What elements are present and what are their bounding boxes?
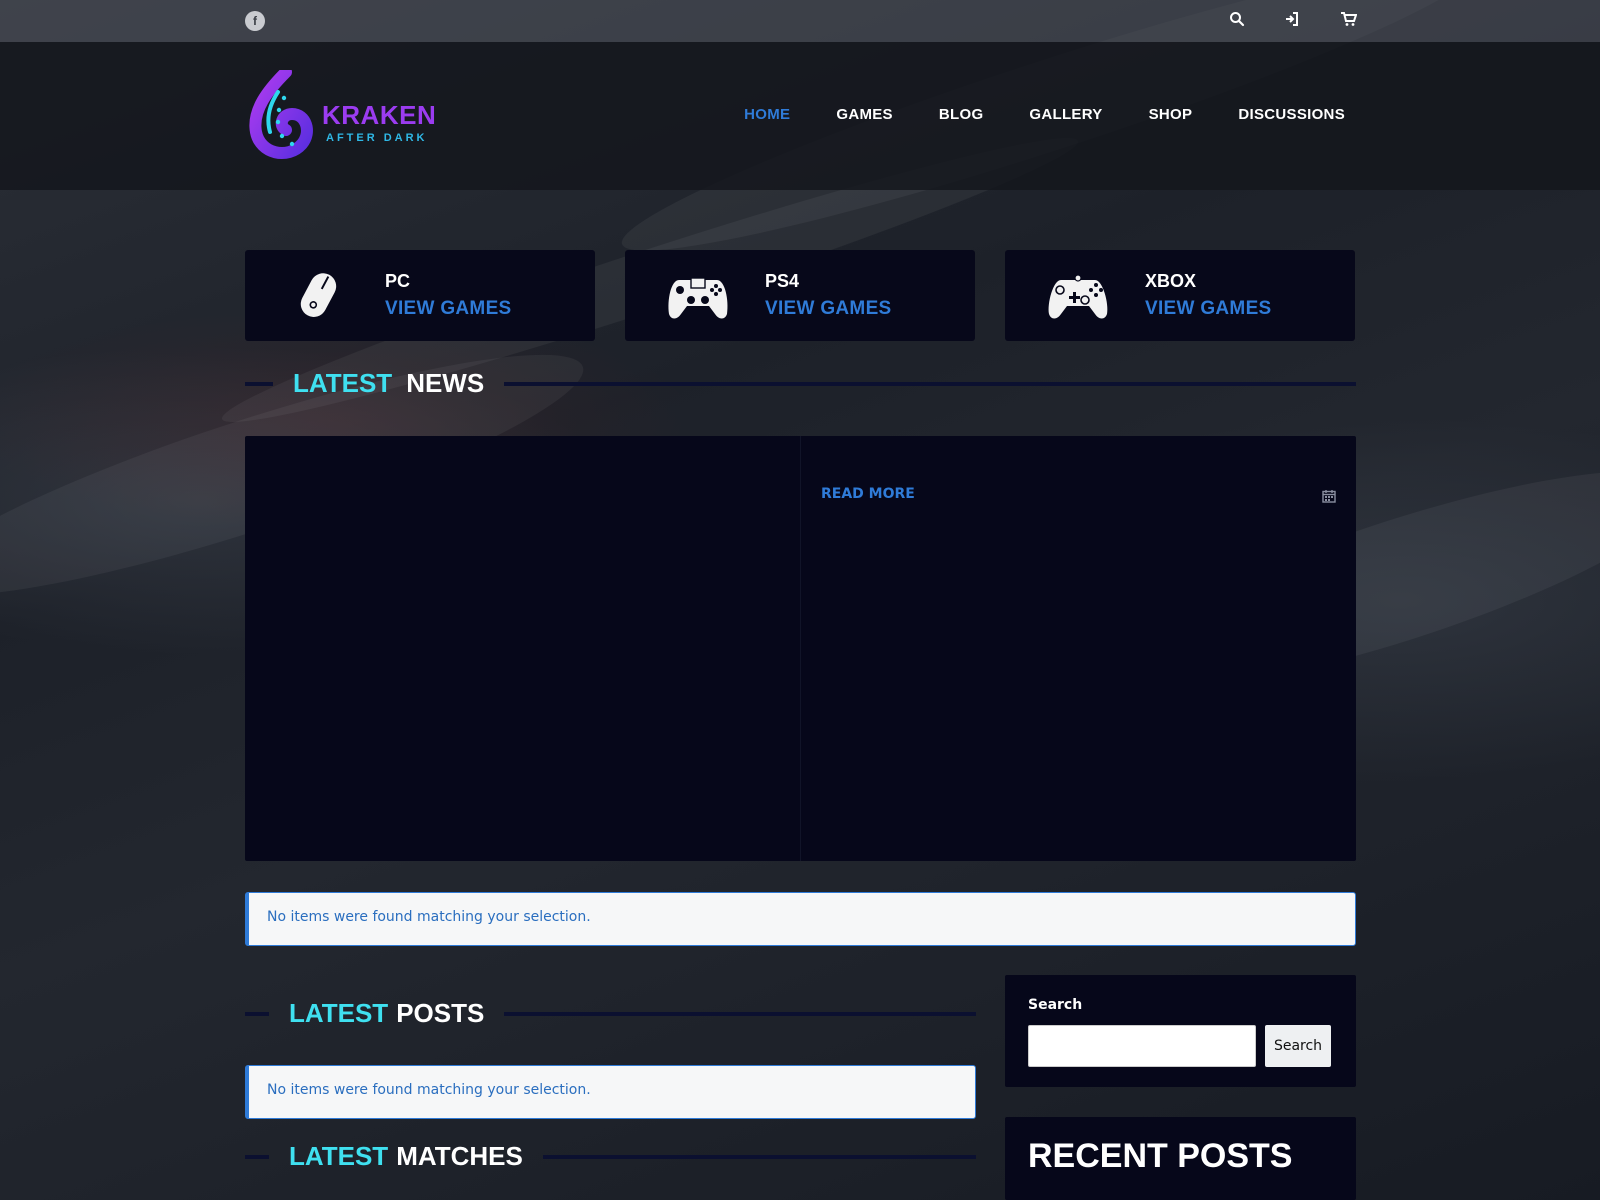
site-header: KRAKEN AFTER DARK HOME GAMES BLOG GALLER… bbox=[0, 42, 1600, 190]
calendar-icon bbox=[1322, 488, 1336, 503]
platform-name: PS4 bbox=[765, 271, 800, 291]
heading-accent: LATEST bbox=[289, 998, 389, 1028]
view-games-link[interactable]: VIEW GAMES bbox=[1145, 298, 1272, 320]
news-block: READ MORE bbox=[245, 436, 1356, 861]
news-image-placeholder bbox=[245, 436, 801, 861]
nav-item-gallery[interactable]: GALLERY bbox=[1029, 106, 1102, 123]
kraken-logo-icon bbox=[249, 66, 313, 159]
heading-accent: LATEST bbox=[289, 1141, 389, 1171]
nav-item-home[interactable]: HOME bbox=[744, 106, 790, 123]
recent-posts-widget: RECENT POSTS bbox=[1005, 1117, 1356, 1200]
platform-card-pc[interactable]: PC VIEW GAMES bbox=[245, 250, 595, 341]
search-button[interactable]: Search bbox=[1265, 1025, 1331, 1067]
platform-card-xbox[interactable]: XBOX VIEW GAMES bbox=[1005, 250, 1355, 341]
view-games-link[interactable]: VIEW GAMES bbox=[765, 298, 892, 320]
heading-main: POSTS bbox=[396, 998, 485, 1028]
search-label: Search bbox=[1028, 997, 1083, 1013]
no-items-notice: No items were found matching your select… bbox=[245, 892, 1356, 946]
nav-item-shop[interactable]: SHOP bbox=[1149, 106, 1193, 123]
latest-matches-heading: LATEST MATCHES bbox=[245, 1141, 976, 1172]
view-games-link[interactable]: VIEW GAMES bbox=[385, 298, 512, 320]
search-icon[interactable] bbox=[1228, 10, 1246, 28]
nav-item-blog[interactable]: BLOG bbox=[939, 106, 984, 123]
no-items-notice: No items were found matching your select… bbox=[245, 1065, 976, 1119]
heading-accent: LATEST bbox=[293, 368, 393, 398]
latest-posts-heading: LATEST POSTS bbox=[245, 998, 976, 1029]
mouse-icon bbox=[285, 270, 351, 322]
cart-icon[interactable] bbox=[1339, 10, 1358, 28]
nav-item-games[interactable]: GAMES bbox=[836, 106, 893, 123]
platform-name: XBOX bbox=[1145, 271, 1197, 291]
heading-main: NEWS bbox=[406, 368, 485, 398]
heading-main: MATCHES bbox=[396, 1141, 523, 1171]
facebook-icon[interactable]: f bbox=[245, 11, 265, 31]
platform-name: PC bbox=[385, 271, 411, 291]
latest-news-heading: LATEST NEWS bbox=[245, 368, 1356, 399]
search-widget: Search Search bbox=[1005, 975, 1356, 1087]
top-bar: f bbox=[0, 0, 1600, 42]
main-nav: HOME GAMES BLOG GALLERY SHOP DISCUSSIONS bbox=[744, 106, 1345, 123]
read-more-link[interactable]: READ MORE bbox=[821, 486, 915, 502]
site-logo[interactable]: KRAKEN AFTER DARK bbox=[248, 66, 448, 162]
platform-card-ps4[interactable]: PS4 VIEW GAMES bbox=[625, 250, 975, 341]
brand-name: KRAKEN bbox=[322, 100, 437, 130]
recent-posts-title: RECENT POSTS bbox=[1028, 1137, 1293, 1175]
login-icon[interactable] bbox=[1283, 10, 1301, 28]
nav-item-discussions[interactable]: DISCUSSIONS bbox=[1238, 106, 1345, 123]
search-input[interactable] bbox=[1028, 1025, 1256, 1067]
xbox-controller-icon bbox=[1045, 270, 1111, 322]
brand-tagline: AFTER DARK bbox=[326, 132, 428, 144]
ps4-controller-icon bbox=[665, 270, 731, 322]
